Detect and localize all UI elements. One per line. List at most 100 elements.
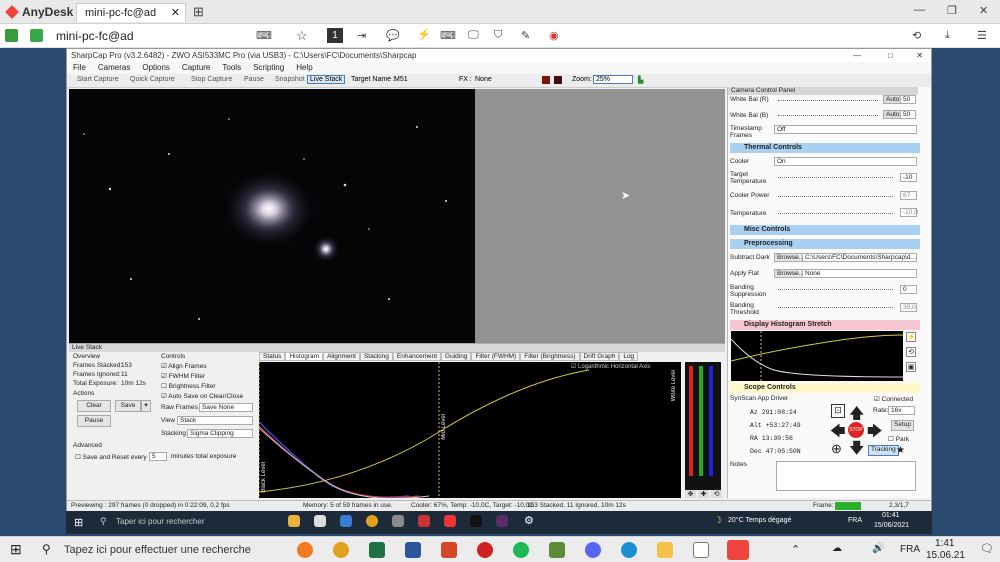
tab-guiding[interactable]: Guiding <box>441 352 472 361</box>
discord-icon[interactable] <box>585 542 601 558</box>
target-name-input[interactable]: M51 <box>394 76 454 83</box>
menu-scripting[interactable]: Scripting <box>247 62 290 72</box>
reset-icon[interactable]: ⟲ <box>711 490 722 498</box>
stop-button[interactable]: STOP <box>848 422 864 438</box>
spotify-icon[interactable] <box>513 542 529 558</box>
record-icon[interactable]: ◉ <box>549 29 559 42</box>
app-red-icon[interactable] <box>418 515 430 527</box>
raw-frames-select[interactable]: Save None <box>199 403 253 412</box>
stretch-histogram[interactable] <box>731 331 903 381</box>
arrow-right-icon[interactable]: 🡆 <box>867 421 883 446</box>
stop-capture-button[interactable]: Stop Capture <box>191 76 232 83</box>
weather-status[interactable]: 20°C Temps dégagé <box>728 517 791 524</box>
windows-start-icon[interactable]: ⊞ <box>74 516 83 529</box>
chevron-up-icon[interactable]: ⌃ <box>791 543 800 556</box>
keyboard-settings-icon[interactable]: ⌨ <box>440 29 456 42</box>
notes-textarea[interactable] <box>776 461 916 491</box>
save-stretch-icon[interactable]: ▣ <box>906 362 916 372</box>
camera-preview-image[interactable] <box>69 89 475 343</box>
pause-button[interactable]: Pause <box>77 415 111 427</box>
local-search-input[interactable]: Tapez ici pour effectuer une recherche <box>64 544 251 556</box>
clear-button[interactable]: Clear <box>77 400 111 412</box>
auto-save-checkbox[interactable]: ☑ Auto Save on Clear/Close <box>161 392 243 400</box>
action-icon[interactable]: ⚡ <box>417 28 431 41</box>
anydesk-icon[interactable] <box>444 515 456 527</box>
align-frames-checkbox[interactable]: ☑ Align Frames <box>161 362 207 370</box>
settings-icon[interactable]: ⚙ <box>524 514 534 527</box>
explorer-icon[interactable] <box>288 515 300 527</box>
wb-red-slider[interactable] <box>778 100 878 102</box>
display-icon[interactable]: 🖵 <box>468 29 479 42</box>
document-icon[interactable] <box>693 542 709 558</box>
minimize-icon[interactable]: — <box>914 4 925 16</box>
target-temp-value[interactable]: -10 <box>900 173 917 182</box>
zoom-select[interactable]: 25% <box>593 75 633 84</box>
excel-icon[interactable] <box>369 542 385 558</box>
notification-icon[interactable]: 🗨 <box>980 542 994 555</box>
terminal-icon[interactable] <box>470 515 482 527</box>
powerpoint-icon[interactable] <box>441 542 457 558</box>
fx-select[interactable]: None <box>475 76 535 83</box>
brightness-filter-checkbox[interactable]: ☐ Brightness Filter <box>161 382 216 390</box>
menu-capture[interactable]: Capture <box>176 62 216 72</box>
auto-stretch-icon[interactable]: ⚡ <box>906 332 916 342</box>
download-icon[interactable]: ⤓ <box>945 29 950 42</box>
monitor-button[interactable]: 1 <box>327 28 343 43</box>
store-icon[interactable] <box>314 515 326 527</box>
reset-stretch-icon[interactable]: ⟲ <box>906 347 916 357</box>
pause-button[interactable]: Pause <box>244 76 264 83</box>
tracking-button[interactable]: Tracking <box>868 445 899 456</box>
chat-icon[interactable]: 💬 <box>386 29 400 42</box>
menu-icon[interactable]: ☰ <box>977 29 987 42</box>
misc-controls-header[interactable]: Misc Controls <box>730 225 920 235</box>
banding-value[interactable]: 0 <box>900 285 917 294</box>
green-channel-slider[interactable] <box>699 366 703 476</box>
start-capture-button[interactable]: Start Capture <box>77 76 119 83</box>
snapshot-button[interactable]: Snapshot <box>275 76 305 83</box>
tab-histogram[interactable]: Histogram <box>285 352 324 361</box>
quick-capture-button[interactable]: Quick Capture <box>130 76 175 83</box>
anydesk-icon[interactable] <box>727 540 749 560</box>
color-swatch-red[interactable] <box>542 76 550 84</box>
save-button[interactable]: Save <box>115 400 141 412</box>
close-window-icon[interactable]: ✕ <box>979 4 988 17</box>
scope-controls-header[interactable]: Scope Controls <box>730 383 920 393</box>
save-dropdown-button[interactable]: ▾ <box>141 400 151 412</box>
save-reset-checkbox[interactable]: ☐ Save and Reset every <box>75 453 147 461</box>
wb-red-value[interactable]: 50 <box>900 95 916 104</box>
banding-slider[interactable] <box>778 289 893 291</box>
tab-drift-graph[interactable]: Drift Graph <box>579 352 620 361</box>
remote-search-input[interactable]: Taper ici pour rechercher <box>116 517 204 526</box>
volume-icon[interactable]: 🔊 <box>872 543 884 554</box>
close-icon[interactable]: ✕ <box>171 6 180 19</box>
log-axis-checkbox[interactable]: ☑ Logarithmic Horizontal Axis <box>571 363 650 370</box>
permissions-icon[interactable]: ⛉ <box>494 29 502 42</box>
move-icon[interactable]: ✥ <box>685 490 696 498</box>
chrome-icon[interactable] <box>333 542 349 558</box>
tab-stacking[interactable]: Stacking <box>359 352 393 361</box>
minecraft-icon[interactable] <box>549 542 565 558</box>
local-language[interactable]: FRA <box>900 544 920 555</box>
chrome-icon[interactable] <box>366 515 378 527</box>
edge-icon[interactable] <box>621 542 637 558</box>
live-histogram[interactable]: ☑ Logarithmic Horizontal Axis Black Leve… <box>258 362 681 500</box>
live-stack-button[interactable]: Live Stack <box>307 75 346 84</box>
keyboard-icon[interactable]: ⌨ <box>256 29 272 42</box>
star-icon[interactable]: ☆ <box>296 28 308 44</box>
save-reset-minutes[interactable]: 5 <box>149 452 167 461</box>
red-channel-slider[interactable] <box>689 366 693 476</box>
app-icon[interactable] <box>392 515 404 527</box>
remote-language[interactable]: FRA <box>848 517 862 524</box>
menu-cameras[interactable]: Cameras <box>92 62 136 72</box>
whiteboard-icon[interactable]: ✎ <box>521 29 530 42</box>
tab-filter-fwhm[interactable]: Filter (FWHM) <box>471 352 521 361</box>
word-icon[interactable] <box>405 542 421 558</box>
thermal-controls-header[interactable]: Thermal Controls <box>730 143 920 153</box>
file-transfer-icon[interactable]: ⇥ <box>357 29 366 42</box>
preprocessing-header[interactable]: Preprocessing <box>730 239 920 249</box>
star-icon[interactable]: ★ <box>896 445 905 456</box>
tab-session[interactable]: mini-pc-fc@ad ✕ <box>76 3 186 22</box>
tab-enhancement[interactable]: Enhancement <box>392 352 442 361</box>
close-icon[interactable]: ✕ <box>916 51 923 60</box>
windows-start-icon[interactable]: ⊞ <box>10 541 22 558</box>
